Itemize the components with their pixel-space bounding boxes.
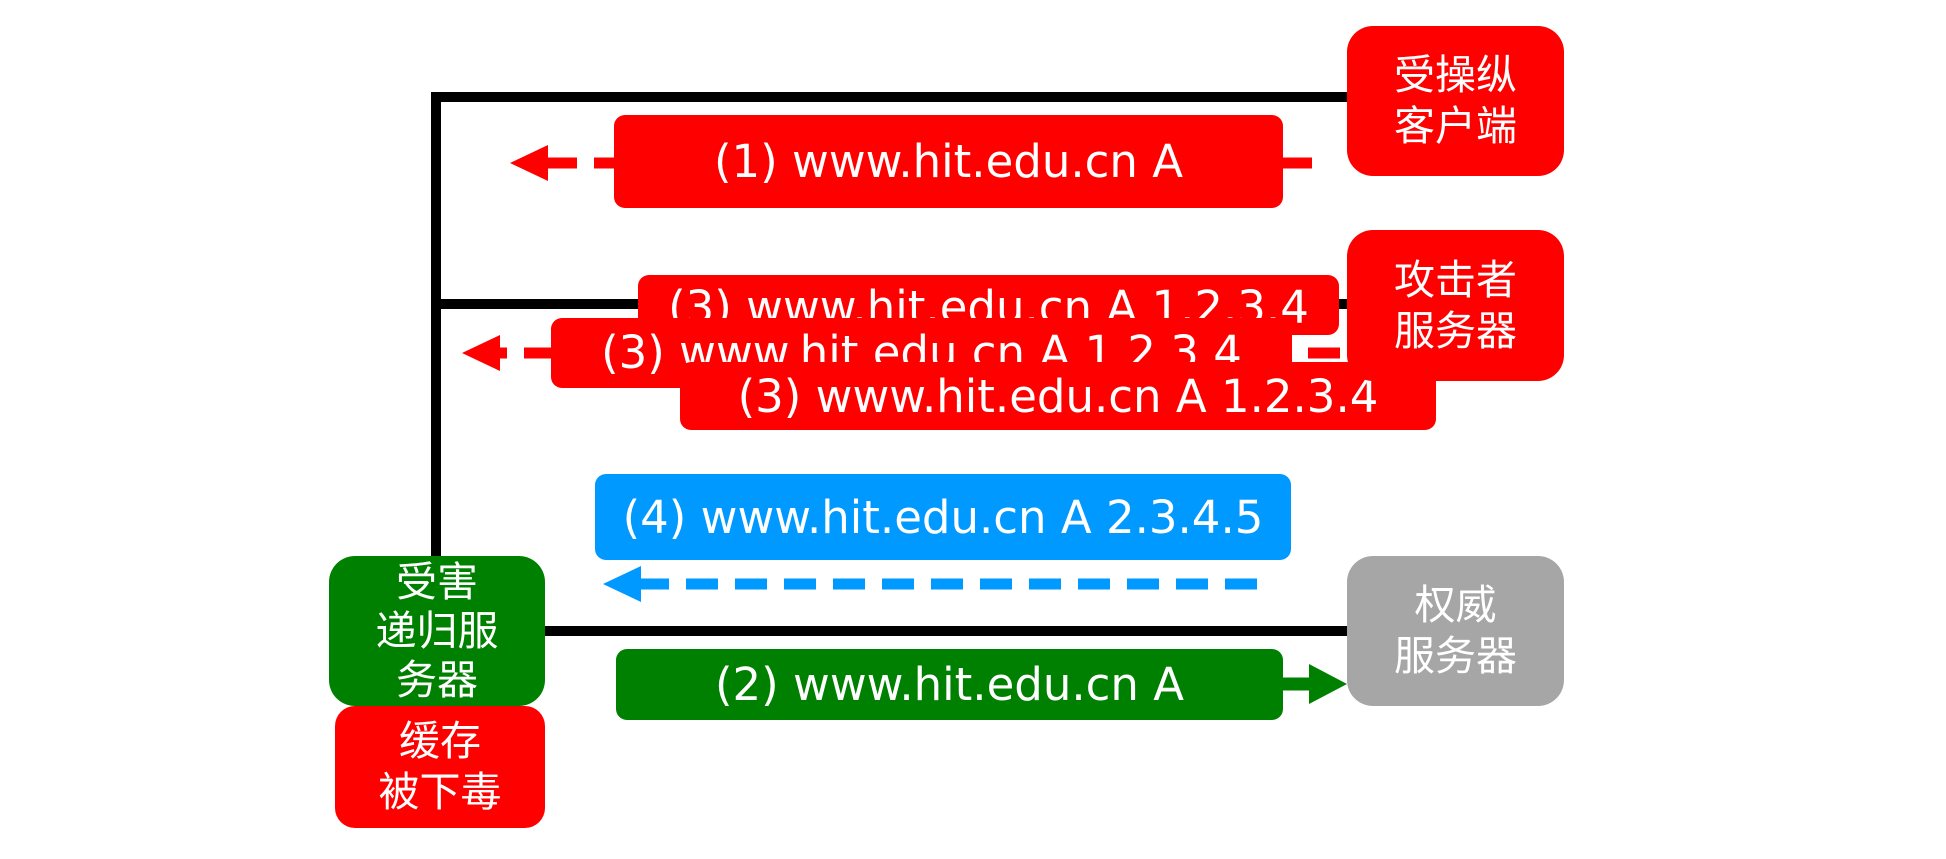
authoritative-server-box: 权威 服务器 — [1347, 556, 1564, 706]
message-legit-response: (4) www.hit.edu.cn A 2.3.4.5 — [595, 474, 1291, 560]
cache-poisoned-label-line2: 被下毒 — [378, 768, 502, 816]
manipulated-client-label-line2: 客户端 — [1394, 102, 1517, 150]
attacker-server-label-line1: 攻击者 — [1394, 255, 1517, 304]
forged-response-arrow-head — [462, 335, 500, 371]
message-query-2-text: (2) www.hit.edu.cn A — [714, 658, 1185, 711]
authoritative-server-label-line2: 服务器 — [1394, 632, 1517, 680]
dns-cache-poisoning-diagram: (1) www.hit.edu.cn A (3) www.hit.edu.cn … — [0, 0, 1946, 859]
attacker-server-label-line2: 服务器 — [1394, 306, 1517, 355]
message-forged-response-front: (3) www.hit.edu.cn A 1.2.3.4 — [680, 362, 1436, 430]
attacker-server-box: 攻击者 服务器 — [1347, 230, 1564, 381]
victim-resolver-label-line2: 递归服 — [375, 606, 499, 655]
message-legit-response-text: (4) www.hit.edu.cn A 2.3.4.5 — [622, 490, 1264, 544]
cache-poisoned-box: 缓存 被下毒 — [335, 706, 545, 828]
victim-resolver-label-line1: 受害 — [396, 557, 478, 606]
authoritative-server-label-line1: 权威 — [1414, 581, 1497, 629]
manipulated-client-box: 受操纵 客户端 — [1347, 26, 1564, 176]
cache-poisoned-label-line1: 缓存 — [399, 717, 481, 765]
victim-resolver-label-line3: 务器 — [396, 655, 478, 704]
legit-response-arrow-head — [603, 566, 641, 602]
message-query-1: (1) www.hit.edu.cn A — [614, 115, 1283, 208]
query-2-arrow-head — [1309, 664, 1347, 704]
victim-resolver-box: 受害 递归服 务器 — [329, 556, 545, 706]
message-query-2: (2) www.hit.edu.cn A — [616, 649, 1283, 720]
message-forged-response-front-text: (3) www.hit.edu.cn A 1.2.3.4 — [737, 369, 1379, 423]
query-1-arrow-head — [510, 145, 548, 181]
manipulated-client-label-line1: 受操纵 — [1394, 51, 1517, 99]
message-query-1-text: (1) www.hit.edu.cn A — [713, 135, 1184, 188]
